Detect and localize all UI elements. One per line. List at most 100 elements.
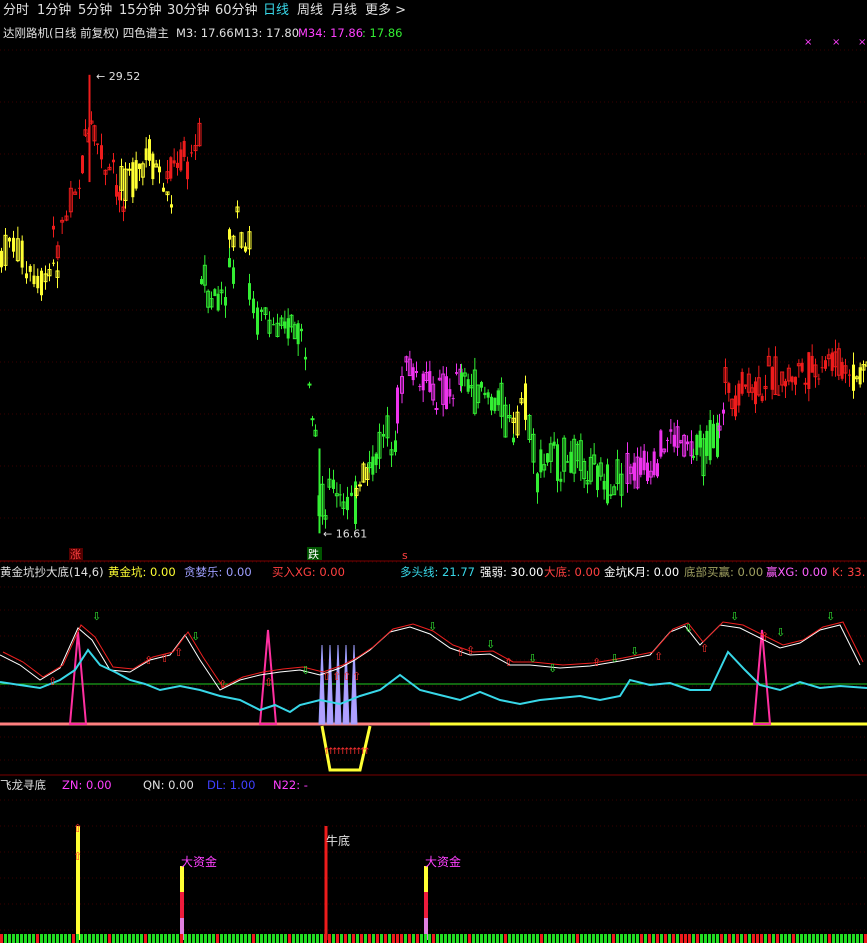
strip-cell: [852, 934, 855, 943]
strip-cell: [172, 934, 175, 943]
sell-arrow: ⇩: [730, 610, 739, 623]
strip-cell: [740, 934, 743, 943]
strip-cell: [832, 934, 835, 943]
strip-cell: [840, 934, 843, 943]
candle-body: [300, 328, 303, 332]
strip-cell: [660, 934, 663, 943]
strip-cell: [732, 934, 735, 943]
strip-cell: [716, 934, 719, 943]
candle-body: [148, 139, 151, 161]
candle-body: [200, 279, 203, 285]
candle-body: [25, 273, 28, 279]
strip-cell: [776, 934, 779, 943]
strip-cell: [648, 934, 651, 943]
strip-cell: [636, 934, 639, 943]
candle-body: [428, 371, 432, 392]
buy-arrow: ⇧: [352, 670, 361, 683]
candle-body: [556, 444, 559, 481]
candle-body: [170, 204, 173, 208]
strip-cell: [656, 934, 659, 943]
strip-cell: [408, 934, 411, 943]
candle-body: [190, 152, 193, 154]
strip-cell: [124, 934, 127, 943]
strip-cell: [416, 934, 419, 943]
sell-arrow: ⇩: [92, 610, 101, 623]
strip-cell: [704, 934, 707, 943]
strip-cell: [464, 934, 467, 943]
candle-body: [652, 451, 656, 476]
high-label: ← 29.52: [96, 70, 140, 83]
candle-body: [32, 275, 36, 285]
candle-body: [512, 437, 515, 443]
buy-arrow: ⇧: [332, 670, 341, 683]
candle-body: [824, 360, 827, 369]
strip-cell: [808, 934, 811, 943]
buy-arrow: ⇧: [654, 650, 663, 663]
strip-cell: [524, 934, 527, 943]
zn-arrow: ⇧: [73, 850, 82, 863]
strip-cell: [120, 934, 123, 943]
strip-cell: [340, 934, 343, 943]
strip-cell: [528, 934, 531, 943]
candle-body: [445, 376, 448, 410]
candle-body: [708, 419, 712, 461]
candle-body: [81, 155, 84, 174]
candle-body: [722, 409, 725, 414]
strip-cell: [220, 934, 223, 943]
strip-cell: [588, 934, 591, 943]
strip-cell: [496, 934, 499, 943]
buy-arrow: ⇧: [592, 656, 601, 669]
strip-cell: [428, 934, 431, 943]
strip-cell: [196, 934, 199, 943]
strip-cell: [144, 934, 147, 943]
candle-body: [666, 439, 669, 441]
strip-cell: [236, 934, 239, 943]
strip-cell: [644, 934, 647, 943]
strip-cell: [316, 934, 319, 943]
buy-arrow: ⇧: [48, 675, 57, 688]
strip-cell: [816, 934, 819, 943]
marker-x: ×: [858, 37, 866, 48]
strip-cell: [760, 934, 763, 943]
signal-zhang: 涨: [70, 548, 81, 561]
strip-cell: [404, 934, 407, 943]
strip-cell: [544, 934, 547, 943]
strip-cell: [364, 934, 367, 943]
candle-body: [138, 163, 141, 170]
candle-body: [286, 318, 290, 339]
duotou-line: [0, 648, 867, 714]
buy-arrow: ⇧: [174, 646, 183, 659]
candle-body: [296, 323, 300, 345]
candle-body: [12, 237, 15, 252]
strip-cell: [48, 934, 51, 943]
candle-body: [20, 240, 24, 268]
strip-cell: [368, 934, 371, 943]
candle-body: [396, 387, 399, 424]
candle-body: [118, 191, 121, 201]
candle-body: [486, 392, 490, 398]
candle-body: [350, 492, 353, 496]
strip-cell: [520, 934, 523, 943]
sell-arrow: ⇩: [630, 645, 639, 658]
candle-body: [737, 383, 741, 406]
strip-cell: [664, 934, 667, 943]
strip-cell: [552, 934, 555, 943]
candle-body: [695, 434, 699, 456]
strip-cell: [724, 934, 727, 943]
candle-body: [421, 373, 425, 391]
strip-cell: [92, 934, 95, 943]
buy-arrow: ⇧: [456, 646, 465, 659]
strip-cell: [8, 934, 11, 943]
strip-cell: [252, 934, 255, 943]
strip-cell: [612, 934, 615, 943]
strip-cell: [500, 934, 503, 943]
candle-body: [36, 275, 40, 289]
strip-cell: [536, 934, 539, 943]
strip-cell: [188, 934, 191, 943]
candle-body: [228, 229, 231, 240]
candle-body: [784, 381, 787, 387]
candle-body: [144, 148, 148, 161]
candle-body: [810, 355, 814, 373]
candle-body: [642, 450, 646, 471]
strip-cell: [772, 934, 775, 943]
